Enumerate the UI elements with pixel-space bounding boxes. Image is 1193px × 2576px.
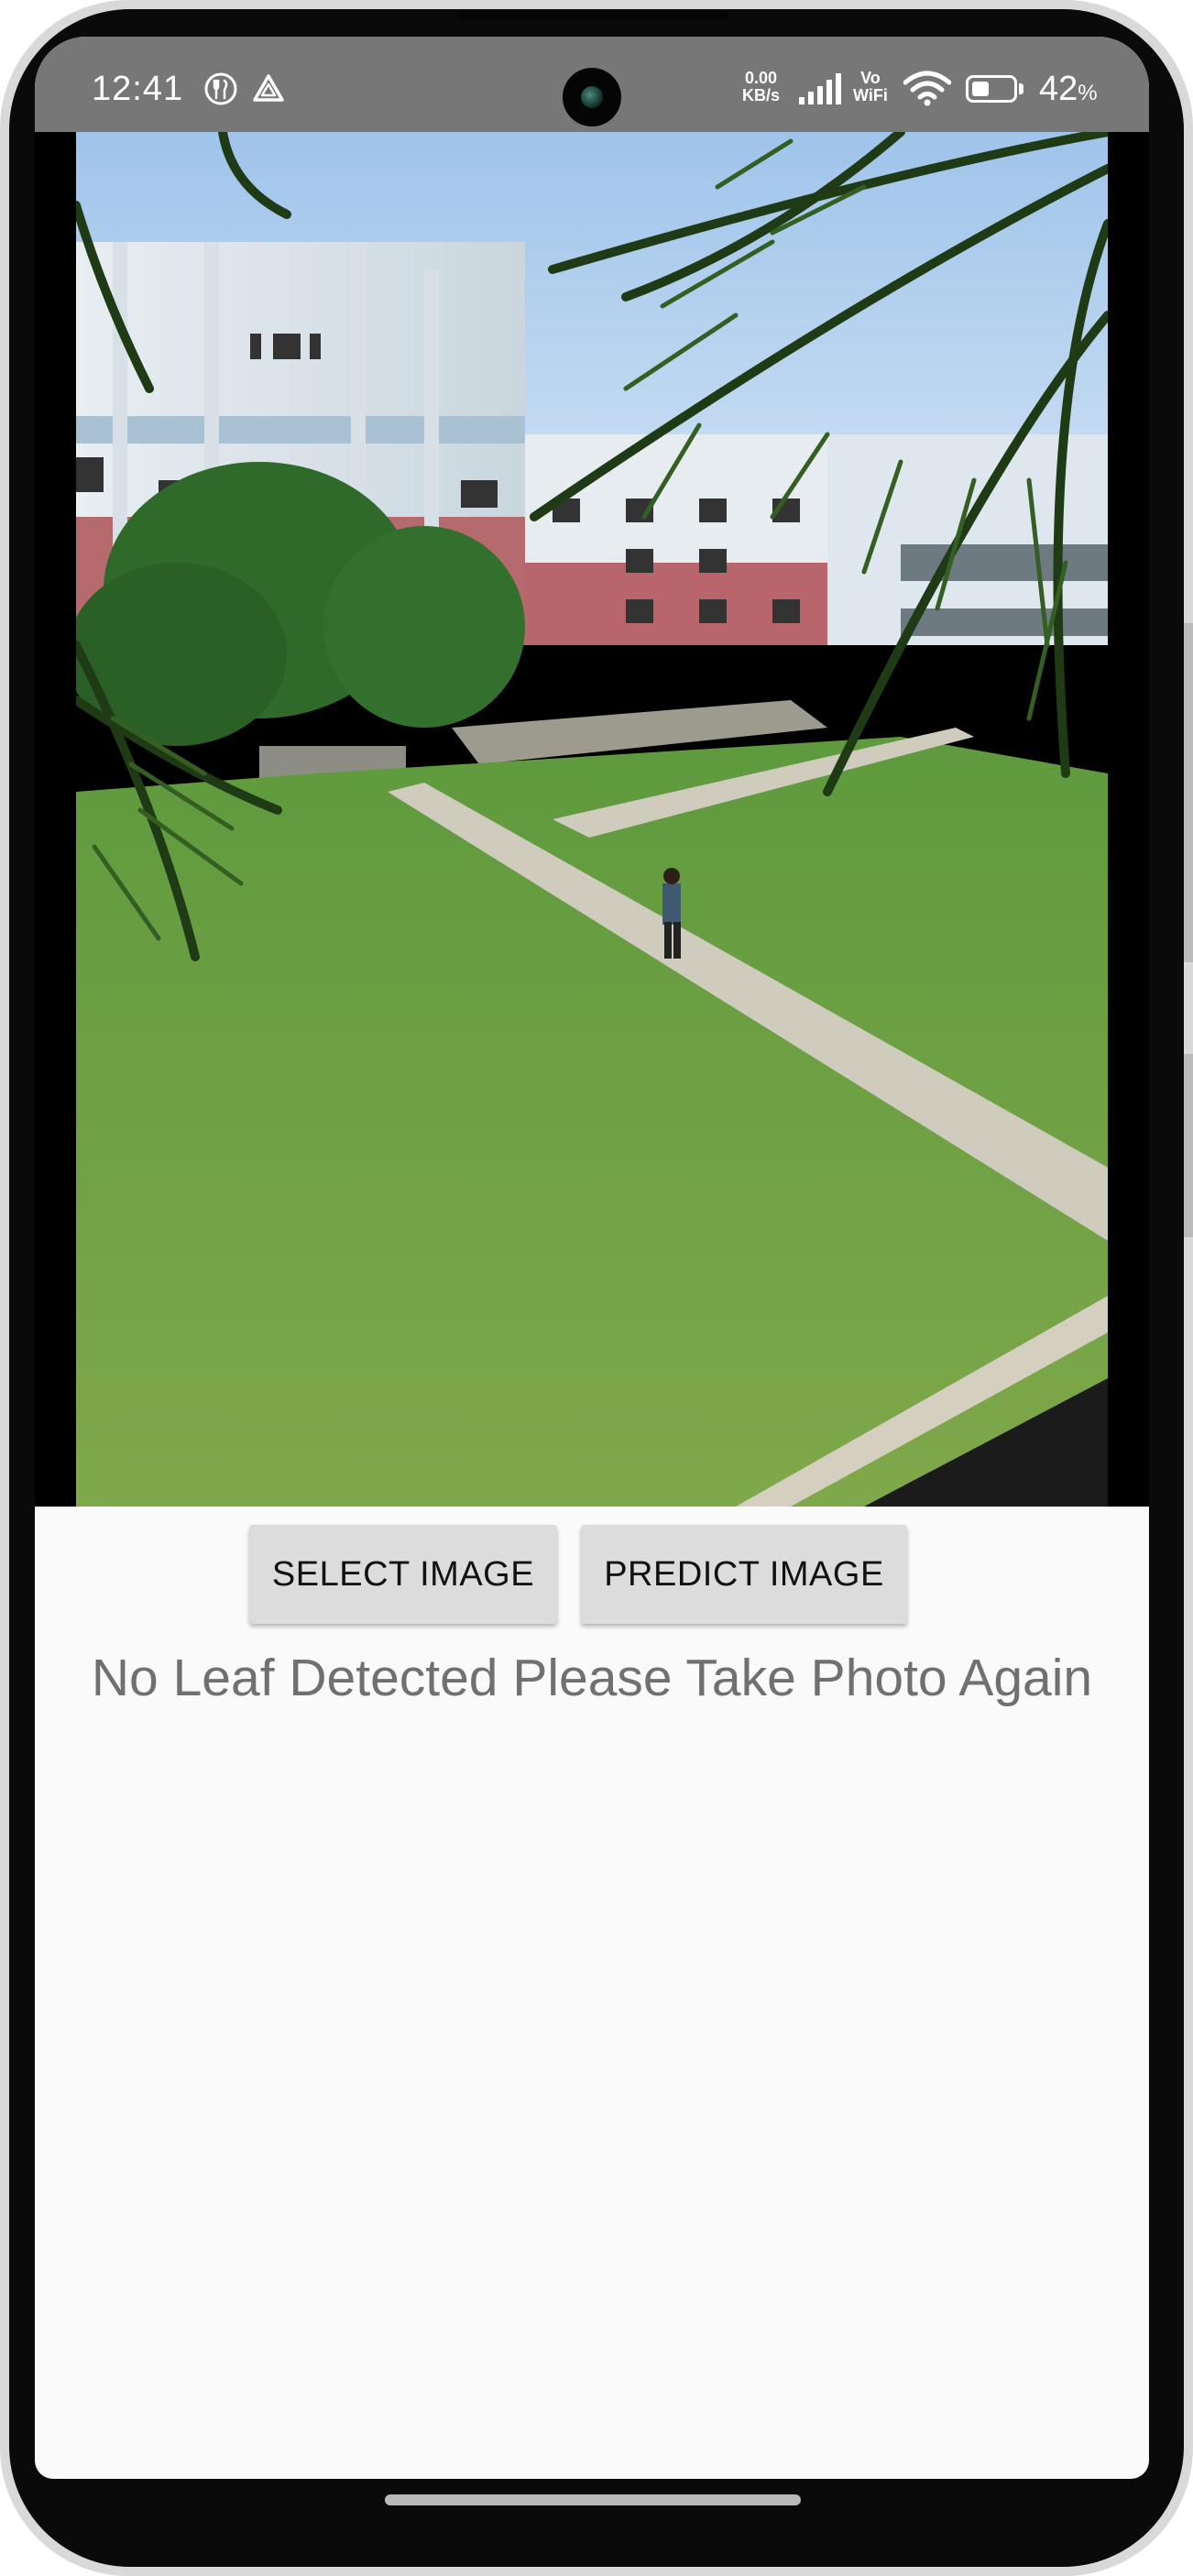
fork-knife-icon	[203, 71, 238, 111]
network-speed-value: 0.00	[744, 69, 778, 87]
camera-lens	[581, 86, 603, 108]
battery-percentage: 42%	[1039, 70, 1098, 109]
battery-unit: %	[1078, 81, 1098, 105]
prediction-result-text: No Leaf Detected Please Take Photo Again	[91, 1649, 1093, 1707]
network-speed: 0.00 KB/s	[742, 70, 780, 104]
battery-icon	[966, 75, 1017, 103]
front-camera	[563, 68, 621, 126]
predict-image-button[interactable]: PREDICT IMAGE	[581, 1525, 907, 1624]
side-button-lower	[1184, 1054, 1193, 1237]
battery-level-fill	[972, 82, 989, 96]
selected-photo	[76, 132, 1108, 1507]
drive-icon	[251, 71, 286, 111]
battery-tip	[1019, 83, 1023, 94]
status-bar: 12:41 0.00 KB/s Vo WiFi 42%	[35, 37, 1149, 132]
app-screen: 12:41 0.00 KB/s Vo WiFi 42% SELECT IMAGE…	[35, 37, 1149, 2479]
volte-wifi-label: Vo WiFi	[853, 70, 888, 104]
home-indicator[interactable]	[385, 2494, 801, 2505]
wifi-icon	[903, 70, 952, 111]
select-image-button[interactable]: SELECT IMAGE	[249, 1525, 557, 1624]
speaker-grille	[454, 11, 729, 20]
volte-top: Vo	[860, 69, 881, 87]
status-time: 12:41	[92, 70, 184, 108]
volte-bottom: WiFi	[853, 86, 888, 104]
network-speed-unit: KB/s	[742, 86, 781, 104]
signal-icon	[797, 73, 848, 109]
image-view	[35, 132, 1149, 1507]
battery-number: 42	[1039, 70, 1078, 108]
side-button-upper	[1184, 623, 1193, 962]
